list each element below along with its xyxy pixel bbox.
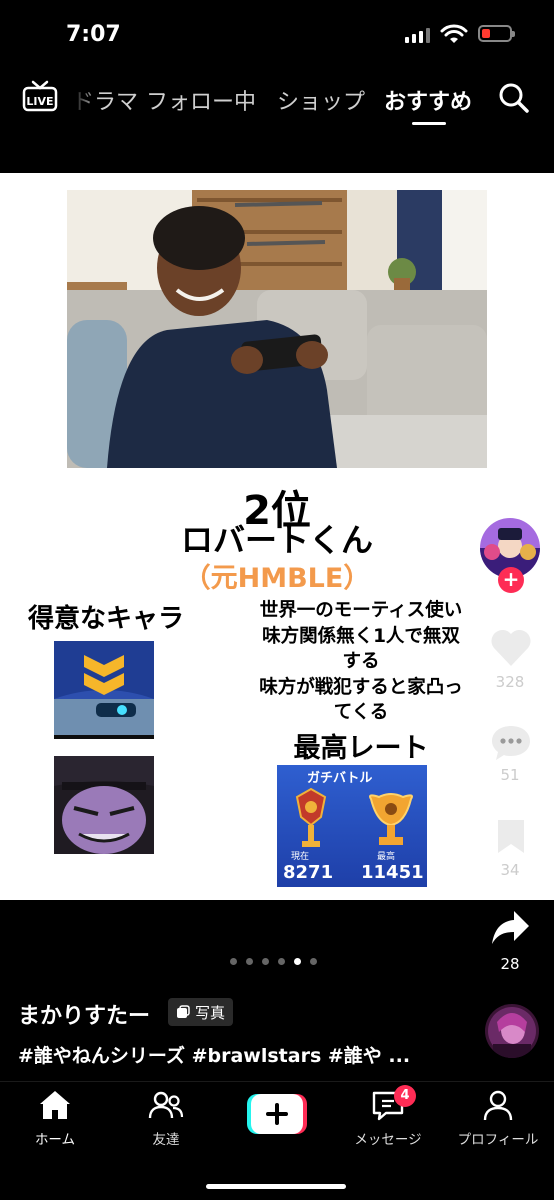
carousel-dot[interactable] (246, 958, 253, 965)
live-button[interactable]: LIVE (22, 80, 58, 118)
live-label: LIVE (26, 95, 53, 108)
player-description: 世界一のモーティス使い 味方関係無く1人で無双 する 味方が戦犯すると家凸っ て… (236, 598, 486, 726)
nav-profile[interactable]: プロフィール (443, 1089, 553, 1148)
nav-messages-label: メッセージ (354, 1132, 422, 1148)
best-label: 最高 (377, 852, 396, 862)
photo-mode-tag[interactable]: 写真 (168, 998, 234, 1026)
battery-icon (478, 25, 515, 42)
nav-friends[interactable]: 友達 (111, 1089, 221, 1148)
player-name: ロバートくん (180, 521, 373, 559)
description-line: する (342, 651, 380, 672)
description-line: てくる (333, 702, 389, 723)
character-portrait-2 (54, 756, 154, 854)
boy-gaming-photo (67, 190, 487, 468)
rank-trophy-icons (295, 787, 413, 847)
carousel-dot[interactable] (278, 958, 285, 965)
rating-screenshot: ガチバトル 現在 最高 8271 11451 (277, 765, 427, 887)
best-rating: 11451 (361, 862, 424, 883)
author-name[interactable]: まかりすたー (18, 998, 150, 1030)
share-count: 28 (500, 955, 520, 973)
cellular-signal-icon (405, 28, 430, 43)
nav-home[interactable]: ホーム (0, 1089, 110, 1148)
comment-count: 51 (500, 766, 520, 784)
home-indicator (206, 1184, 346, 1189)
create-button[interactable] (247, 1094, 307, 1134)
share-icon[interactable] (490, 909, 530, 951)
like-count: 328 (495, 673, 525, 691)
tab-for-you[interactable]: おすすめ (384, 84, 472, 116)
carousel-dot[interactable] (310, 958, 317, 965)
carousel-dot[interactable] (262, 958, 269, 965)
bookmark-count: 34 (500, 861, 520, 879)
bookmark-icon[interactable] (495, 817, 527, 859)
status-time: 7:07 (66, 22, 121, 47)
favorite-characters-label: 得意なキャラ (28, 604, 185, 634)
search-icon[interactable] (498, 82, 530, 118)
tab-drama[interactable]: ドラマ (72, 84, 138, 116)
carousel-indicator[interactable] (230, 958, 317, 965)
nav-messages[interactable]: メッセージ (333, 1089, 443, 1148)
rank-mode-title: ガチバトル (307, 771, 373, 786)
nav-home-label: ホーム (34, 1132, 76, 1148)
messages-badge: 4 (394, 1085, 416, 1107)
active-tab-indicator (412, 122, 446, 125)
description-line: 味方関係無く1人で無双 (262, 625, 460, 647)
wifi-icon (440, 24, 468, 48)
photo-stack-icon (177, 1005, 190, 1018)
follow-plus-button[interactable]: + (498, 567, 524, 593)
home-icon (40, 1091, 70, 1119)
former-team: （元HMBLE） (183, 563, 371, 594)
comment-icon[interactable] (490, 723, 532, 767)
tab-following[interactable]: フォロー中 (146, 84, 256, 116)
best-rating-label: 最高レート (293, 733, 429, 764)
description-line: 世界一のモーティス使い (259, 600, 463, 621)
carousel-dot[interactable] (230, 958, 237, 965)
photo-tag-label: 写真 (195, 1003, 226, 1022)
sound-disc-avatar[interactable] (485, 1004, 539, 1058)
profile-icon (483, 1090, 513, 1121)
tab-shop[interactable]: ショップ (277, 84, 365, 116)
nav-profile-label: プロフィール (457, 1132, 539, 1148)
character-portrait-1 (54, 641, 154, 739)
caption-hashtags[interactable]: #誰やねんシリーズ #brawlstars #誰や ... (18, 1041, 410, 1068)
nav-friends-label: 友達 (152, 1132, 180, 1148)
carousel-dot-active[interactable] (294, 958, 301, 965)
current-label: 現在 (291, 852, 310, 862)
like-heart-icon[interactable] (489, 626, 533, 672)
current-rating: 8271 (283, 862, 334, 883)
friends-icon (148, 1091, 184, 1119)
description-line: 味方が戦犯すると家凸っ (259, 676, 463, 698)
